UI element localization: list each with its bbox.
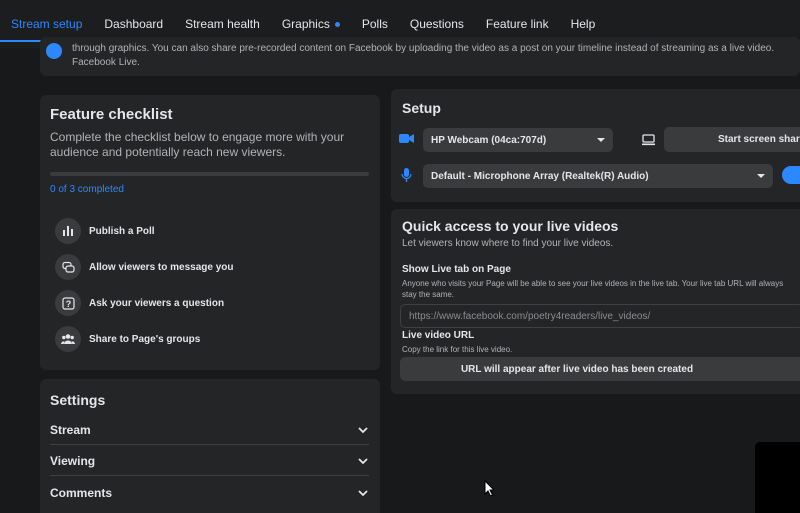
quick-access-title: Quick access to your live videos: [402, 218, 619, 234]
banner-text-line-1: through graphics. You can also share pre…: [72, 43, 775, 54]
progress-text: 0 of 3 completed: [50, 184, 124, 195]
live-video-url-label: Live video URL: [402, 330, 475, 341]
chevron-down-icon: [358, 457, 368, 464]
settings-section-viewing[interactable]: Viewing: [50, 446, 369, 476]
camera-select-value: HP Webcam (04ca:707d): [431, 134, 547, 146]
checklist-progress-bar: [50, 172, 369, 176]
task-publish-poll[interactable]: Publish a Poll: [55, 218, 155, 244]
tab-label: Questions: [409, 17, 464, 31]
quick-access-subtitle: Let viewers know where to find your live…: [402, 238, 614, 249]
info-icon: [46, 43, 62, 59]
notification-dot: [334, 21, 340, 27]
setup-title: Setup: [402, 100, 441, 116]
share-button-label: Start screen share: [718, 134, 800, 145]
poll-icon: [55, 218, 81, 244]
tab-label: Stream setup: [11, 17, 83, 31]
microphone-select-value: Default - Microphone Array (Realtek(R) A…: [431, 170, 649, 182]
quick-access-card: Quick access to your live videos Let vie…: [391, 209, 800, 394]
section-label: Stream: [50, 422, 91, 437]
live-tab-label: Show Live tab on Page: [402, 264, 511, 275]
tab-label: Feature link: [485, 17, 549, 31]
task-label: Ask your viewers a question: [89, 297, 225, 309]
start-screen-share-button[interactable]: Start screen share: [664, 127, 800, 152]
settings-card: Settings Stream Viewing Comments: [40, 379, 380, 513]
checklist-description: Complete the checklist below to engage m…: [50, 130, 345, 159]
banner-text-line-2: Facebook Live.: [72, 57, 140, 68]
camera-select[interactable]: HP Webcam (04ca:707d): [423, 128, 613, 152]
section-label: Viewing: [50, 453, 96, 468]
microphone-icon: [401, 168, 412, 182]
task-share-groups[interactable]: Share to Page's groups: [55, 326, 200, 352]
svg-text:?: ?: [65, 299, 71, 309]
message-icon: [55, 254, 81, 280]
chevron-down-icon: [358, 426, 368, 433]
live-video-url-description: Copy the link for this live video.: [402, 345, 513, 354]
microphone-toggle[interactable]: [782, 166, 800, 184]
microphone-select[interactable]: Default - Microphone Array (Realtek(R) A…: [423, 164, 773, 188]
checklist-title: Feature checklist: [50, 106, 173, 123]
live-tab-description: Anyone who visits your Page will be able…: [402, 279, 784, 299]
feature-checklist-card: Feature checklist Complete the checklist…: [40, 95, 380, 370]
live-video-url-button[interactable]: URL will appear after live video has bee…: [400, 357, 800, 381]
settings-section-stream[interactable]: Stream: [50, 415, 369, 445]
section-label: Comments: [50, 486, 113, 500]
settings-section-comments[interactable]: Comments: [50, 478, 369, 508]
stream-setup-page: Stream setup Dashboard Stream health Gra…: [0, 0, 800, 513]
live-tab-url-field[interactable]: https://www.facebook.com/poetry4readers/…: [400, 304, 800, 328]
overlay-panel: [755, 442, 800, 513]
task-label: Allow viewers to message you: [89, 261, 234, 273]
setup-card: Setup HP Webcam (04ca:707d) Start screen…: [391, 89, 800, 202]
task-allow-messages[interactable]: Allow viewers to message you: [55, 254, 234, 280]
task-label: Publish a Poll: [89, 225, 155, 237]
caret-down-icon: [597, 138, 605, 142]
task-ask-question[interactable]: ? Ask your viewers a question: [55, 290, 224, 316]
chevron-down-icon: [358, 490, 368, 497]
camera-icon: [399, 134, 414, 143]
mouse-cursor-icon: [484, 480, 495, 497]
groups-icon: [55, 326, 81, 352]
live-tab-url-value: https://www.facebook.com/poetry4readers/…: [409, 310, 651, 322]
question-icon: ?: [55, 290, 81, 316]
live-video-url-button-label: URL will appear after live video has bee…: [460, 363, 694, 375]
settings-title: Settings: [50, 392, 106, 408]
tab-label: Dashboard: [104, 17, 164, 31]
info-banner: through graphics. You can also share pre…: [40, 37, 800, 76]
tab-label: Stream health: [185, 17, 260, 31]
monitor-icon: [642, 134, 655, 146]
task-label: Share to Page's groups: [89, 333, 201, 345]
tab-label: Help: [570, 17, 596, 31]
tab-label: Polls: [361, 17, 388, 31]
caret-down-icon: [757, 174, 765, 178]
tab-label: Graphics: [281, 17, 330, 31]
